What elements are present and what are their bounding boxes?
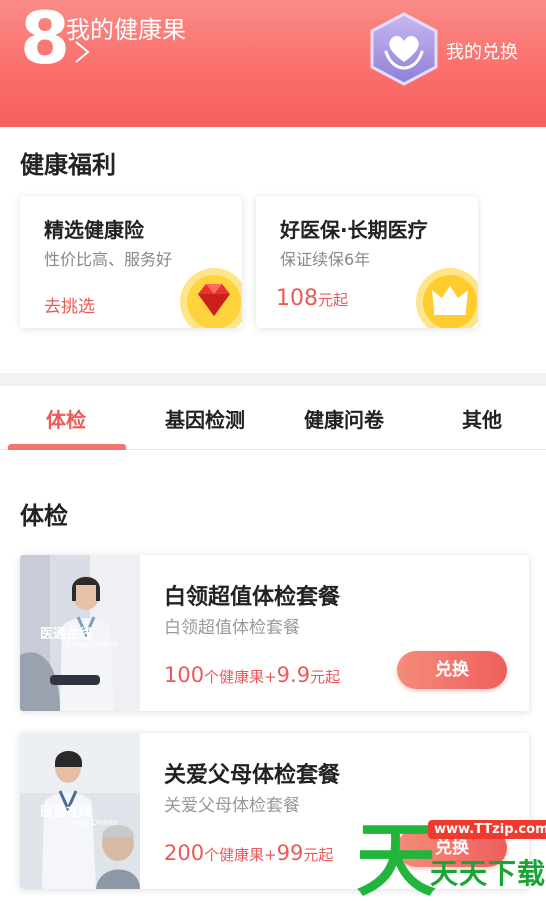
chevron-right-icon[interactable] [72,40,92,64]
cash-unit: 元起 [303,846,334,864]
product-price: 100个健康果+9.9元起 [164,663,340,687]
health-fruit-header: 8 我的健康果 我的兑换 [0,0,546,127]
heart-hands-icon[interactable] [368,12,440,86]
product-subtitle: 白领超值体检套餐 [164,618,300,638]
fruit-unit: 个健康果+ [204,846,277,864]
category-tabs: 体检 基因检测 健康问卷 其他 [0,386,546,450]
cash-unit: 元起 [310,668,341,686]
go-select-link[interactable]: 去挑选 [44,292,95,317]
welfare-card-title: 精选健康险 [44,218,144,242]
product-title: 白领超值体检套餐 [164,585,341,610]
welfare-card-subtitle: 保证续保6年 [280,250,371,269]
crown-icon [416,268,478,328]
product-title: 关爱父母体检套餐 [164,763,341,788]
price-unit: 元起 [318,291,349,309]
tab-physical-exam[interactable]: 体检 [6,404,126,433]
watermark-url: www.TTzip.com [428,820,546,839]
welfare-card-insurance[interactable]: 精选健康险 性价比高、服务好 去挑选 [20,196,242,328]
my-exchange-link[interactable]: 我的兑换 [446,38,518,64]
tab-health-questionnaire[interactable]: 健康问卷 [284,404,404,433]
fruit-unit: 个健康果+ [204,668,277,686]
welfare-card-subtitle: 性价比高、服务好 [44,250,173,269]
photo-logo-en: Etong Online [66,818,118,827]
fruit-amount: 200 [164,841,205,865]
cash-amount: 99 [276,841,304,865]
welfare-card-medical[interactable]: 好医保·长期医疗 保证续保6年 108元起 [256,196,478,328]
welfare-section-title: 健康福利 [20,151,116,179]
product-subtitle: 关爱父母体检套餐 [164,796,300,816]
tab-other[interactable]: 其他 [422,404,542,433]
photo-logo: 医通在线 Etong Online [40,623,118,649]
photo-logo-en: Etong Online [66,640,118,649]
product-price: 200个健康果+99元起 [164,841,333,865]
welfare-card-price: 108元起 [276,286,348,311]
welfare-card-title: 好医保·长期医疗 [280,218,428,242]
product-card[interactable]: 医通在线 Etong Online 白领超值体检套餐 白领超值体检套餐 100个… [20,555,529,711]
health-fruit-count: 8 [20,0,70,80]
fruit-amount: 100 [164,663,205,687]
exam-section-title: 体检 [20,502,68,530]
cash-amount: 9.9 [276,663,311,687]
health-welfare-section: 健康福利 精选健康险 性价比高、服务好 去挑选 好医保·长期医疗 保证续保6年 … [0,127,546,373]
watermark-text: 天天下载 [430,857,546,890]
exchange-button[interactable]: 兑换 [397,651,507,689]
price-value: 108 [276,286,318,311]
svg-text:天: 天 [356,814,436,901]
ruby-gem-icon [180,268,242,328]
photo-logo: 医通在线 Etong Online [40,801,118,827]
tab-gene-test[interactable]: 基因检测 [145,404,265,433]
